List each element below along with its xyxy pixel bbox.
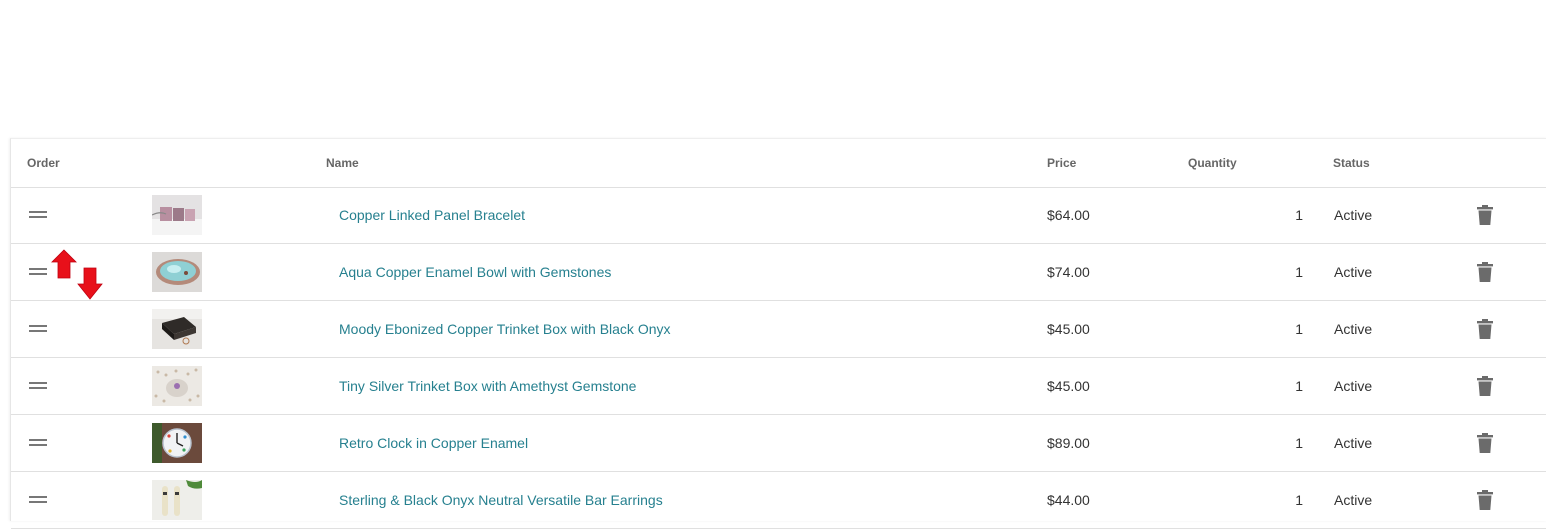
product-price: $74.00 [1047,264,1090,280]
drag-handle-icon[interactable] [29,358,49,414]
product-thumbnail [152,480,202,520]
reorder-arrows-icon [50,248,104,304]
trash-icon[interactable] [1477,433,1493,453]
product-name-link[interactable]: Retro Clock in Copper Enamel [339,415,528,471]
product-thumbnail [152,309,202,349]
product-name-link[interactable]: Tiny Silver Trinket Box with Amethyst Ge… [339,358,636,414]
product-status: Active [1334,435,1373,451]
header-quantity[interactable]: Quantity [1188,156,1237,170]
product-thumbnail [152,366,202,406]
product-price: $45.00 [1047,378,1090,394]
product-status: Active [1334,264,1373,280]
table-row: Aqua Copper Enamel Bowl with Gemstones $… [11,244,1546,301]
header-price[interactable]: Price [1047,156,1076,170]
product-quantity: 1 [1295,378,1303,394]
product-price: $64.00 [1047,207,1090,223]
product-quantity: 1 [1295,435,1303,451]
product-price: $89.00 [1047,435,1090,451]
trash-icon[interactable] [1477,376,1493,396]
product-price: $45.00 [1047,321,1090,337]
product-quantity: 1 [1295,207,1303,223]
table-row: Tiny Silver Trinket Box with Amethyst Ge… [11,358,1546,415]
product-name-link[interactable]: Copper Linked Panel Bracelet [339,187,525,243]
trash-icon[interactable] [1477,262,1493,282]
trash-icon[interactable] [1477,205,1493,225]
header-order[interactable]: Order [27,156,60,170]
table-row: Moody Ebonized Copper Trinket Box with B… [11,301,1546,358]
product-name-link[interactable]: Moody Ebonized Copper Trinket Box with B… [339,301,671,357]
table-row: Sterling & Black Onyx Neutral Versatile … [11,472,1546,529]
product-thumbnail [152,195,202,235]
product-status: Active [1334,378,1373,394]
product-quantity: 1 [1295,321,1303,337]
drag-handle-icon[interactable] [29,244,49,300]
table-header: Order Name Price Quantity Status [11,139,1546,188]
header-name[interactable]: Name [326,156,359,170]
trash-icon[interactable] [1477,490,1493,510]
product-status: Active [1334,321,1373,337]
product-status: Active [1334,207,1373,223]
drag-handle-icon[interactable] [29,415,49,471]
products-table: Order Name Price Quantity Status Copper … [10,138,1546,529]
product-quantity: 1 [1295,264,1303,280]
header-status[interactable]: Status [1333,156,1370,170]
product-thumbnail [152,423,202,463]
trash-icon[interactable] [1477,319,1493,339]
table-row: Copper Linked Panel Bracelet $64.00 1 Ac… [11,187,1546,244]
product-thumbnail [152,252,202,292]
table-row: Retro Clock in Copper Enamel $89.00 1 Ac… [11,415,1546,472]
drag-handle-icon[interactable] [29,301,49,357]
product-name-link[interactable]: Aqua Copper Enamel Bowl with Gemstones [339,244,611,300]
drag-handle-icon[interactable] [29,187,49,243]
